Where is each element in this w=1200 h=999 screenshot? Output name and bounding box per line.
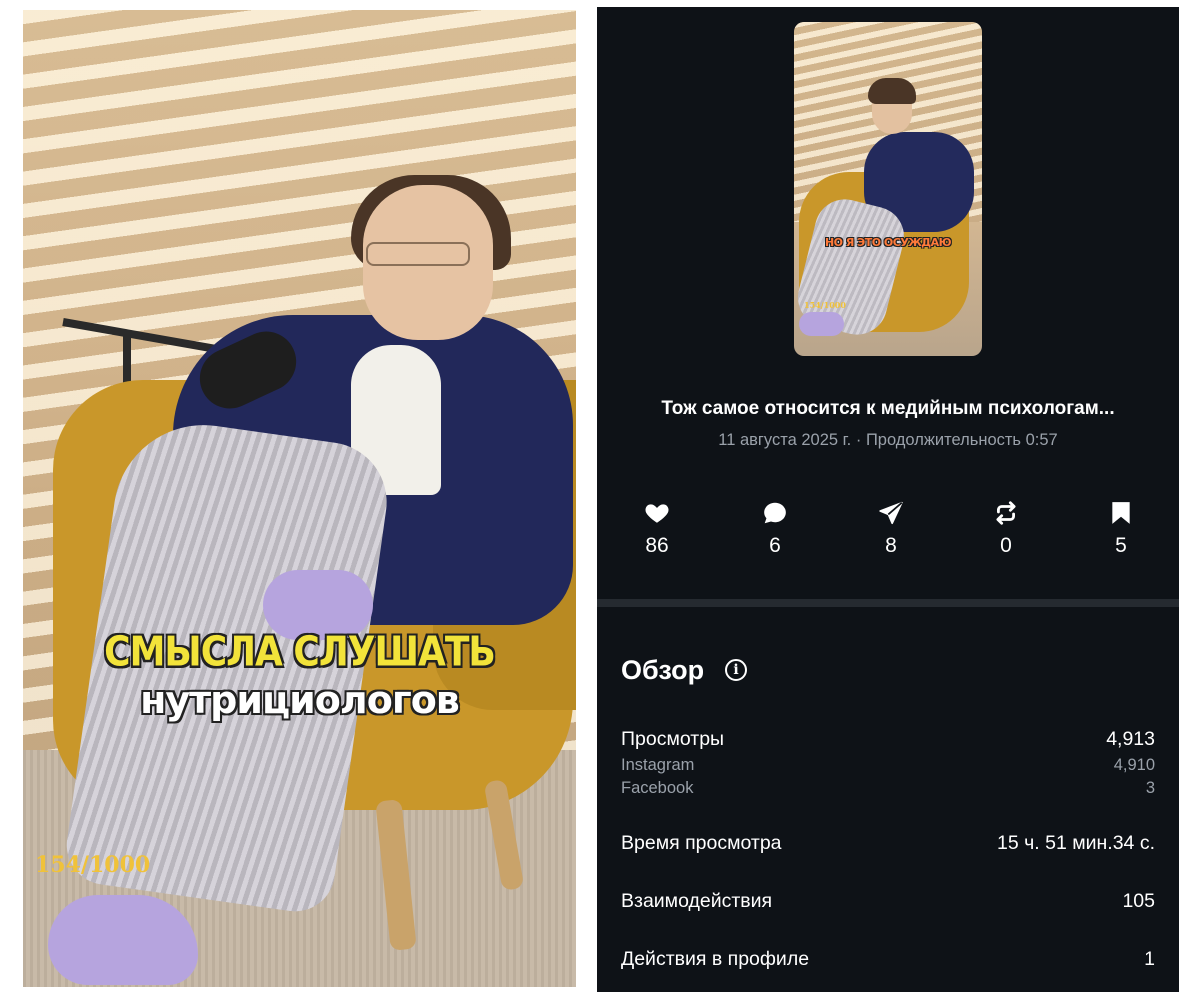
comments-stat: 6	[740, 500, 810, 558]
reposts-stat: 0	[971, 500, 1041, 558]
shares-count: 8	[885, 534, 897, 557]
video-frame[interactable]: СМЫСЛА СЛУШАТЬ нутрициологов 154/1000	[23, 10, 576, 987]
watch-time-value: 15 ч. 51 мин.34 с.	[997, 832, 1155, 854]
person-shoe	[48, 895, 198, 985]
thumbnail-caption: НО Я ЭТО ОСУЖДАЮ	[824, 236, 952, 249]
meta-separator: ·	[855, 431, 862, 449]
likes-count: 86	[645, 534, 669, 557]
video-caption-line1: СМЫСЛА СЛУШАТЬ	[104, 628, 496, 677]
facebook-views-row: Facebook 3	[621, 779, 1155, 799]
views-value: 4,913	[1106, 728, 1155, 750]
thumbnail-counter: 154/1000	[804, 300, 846, 310]
video-counter: 154/1000	[35, 852, 151, 878]
likes-stat: 86	[622, 500, 692, 558]
reposts-count: 0	[1000, 534, 1012, 557]
instagram-label: Instagram	[621, 756, 695, 774]
overview-title: Обзор	[621, 655, 705, 685]
info-icon[interactable]: i	[725, 659, 747, 681]
reel-duration: Продолжительность 0:57	[865, 431, 1058, 449]
interactions-label: Взаимодействия	[621, 890, 773, 912]
views-label: Просмотры	[621, 728, 725, 750]
facebook-value: 3	[1145, 779, 1155, 797]
reel-title: Тож самое относится к медийным психолога…	[661, 398, 1115, 419]
instagram-value: 4,910	[1113, 756, 1155, 774]
interactions-value: 105	[1122, 890, 1155, 912]
profile-actions-label: Действия в профиле	[621, 948, 810, 970]
reel-date: 11 августа 2025 г.	[718, 431, 852, 449]
thumbnail-shoe	[799, 312, 844, 336]
saves-stat: 5	[1086, 500, 1156, 558]
watch-time-label: Время просмотра	[621, 832, 782, 854]
comments-count: 6	[769, 534, 781, 557]
comment-icon	[764, 502, 786, 524]
shares-stat: 8	[856, 500, 926, 558]
bookmark-icon	[1112, 502, 1130, 524]
interactions-row[interactable]: Взаимодействия 105	[621, 890, 1155, 914]
saves-count: 5	[1115, 534, 1127, 557]
repost-icon	[996, 501, 1016, 525]
share-icon	[879, 501, 903, 525]
section-divider	[597, 599, 1179, 607]
profile-actions-row[interactable]: Действия в профиле 1	[621, 948, 1155, 972]
profile-actions-value: 1	[1144, 948, 1155, 970]
insights-panel: НО Я ЭТО ОСУЖДАЮ 154/1000 Тож самое отно…	[597, 7, 1179, 992]
person-glasses	[366, 242, 470, 266]
watch-time-row: Время просмотра 15 ч. 51 мин.34 с.	[621, 832, 1155, 856]
views-row: Просмотры 4,913	[621, 728, 1155, 752]
reel-thumbnail[interactable]: НО Я ЭТО ОСУЖДАЮ 154/1000	[794, 22, 982, 356]
reel-meta: 11 августа 2025 г. · Продолжительность 0…	[597, 431, 1179, 450]
facebook-label: Facebook	[621, 779, 694, 797]
heart-icon	[645, 504, 669, 523]
instagram-views-row: Instagram 4,910	[621, 756, 1155, 776]
thumbnail-hair	[868, 78, 916, 104]
video-caption-line2: нутрициологов	[140, 678, 460, 722]
